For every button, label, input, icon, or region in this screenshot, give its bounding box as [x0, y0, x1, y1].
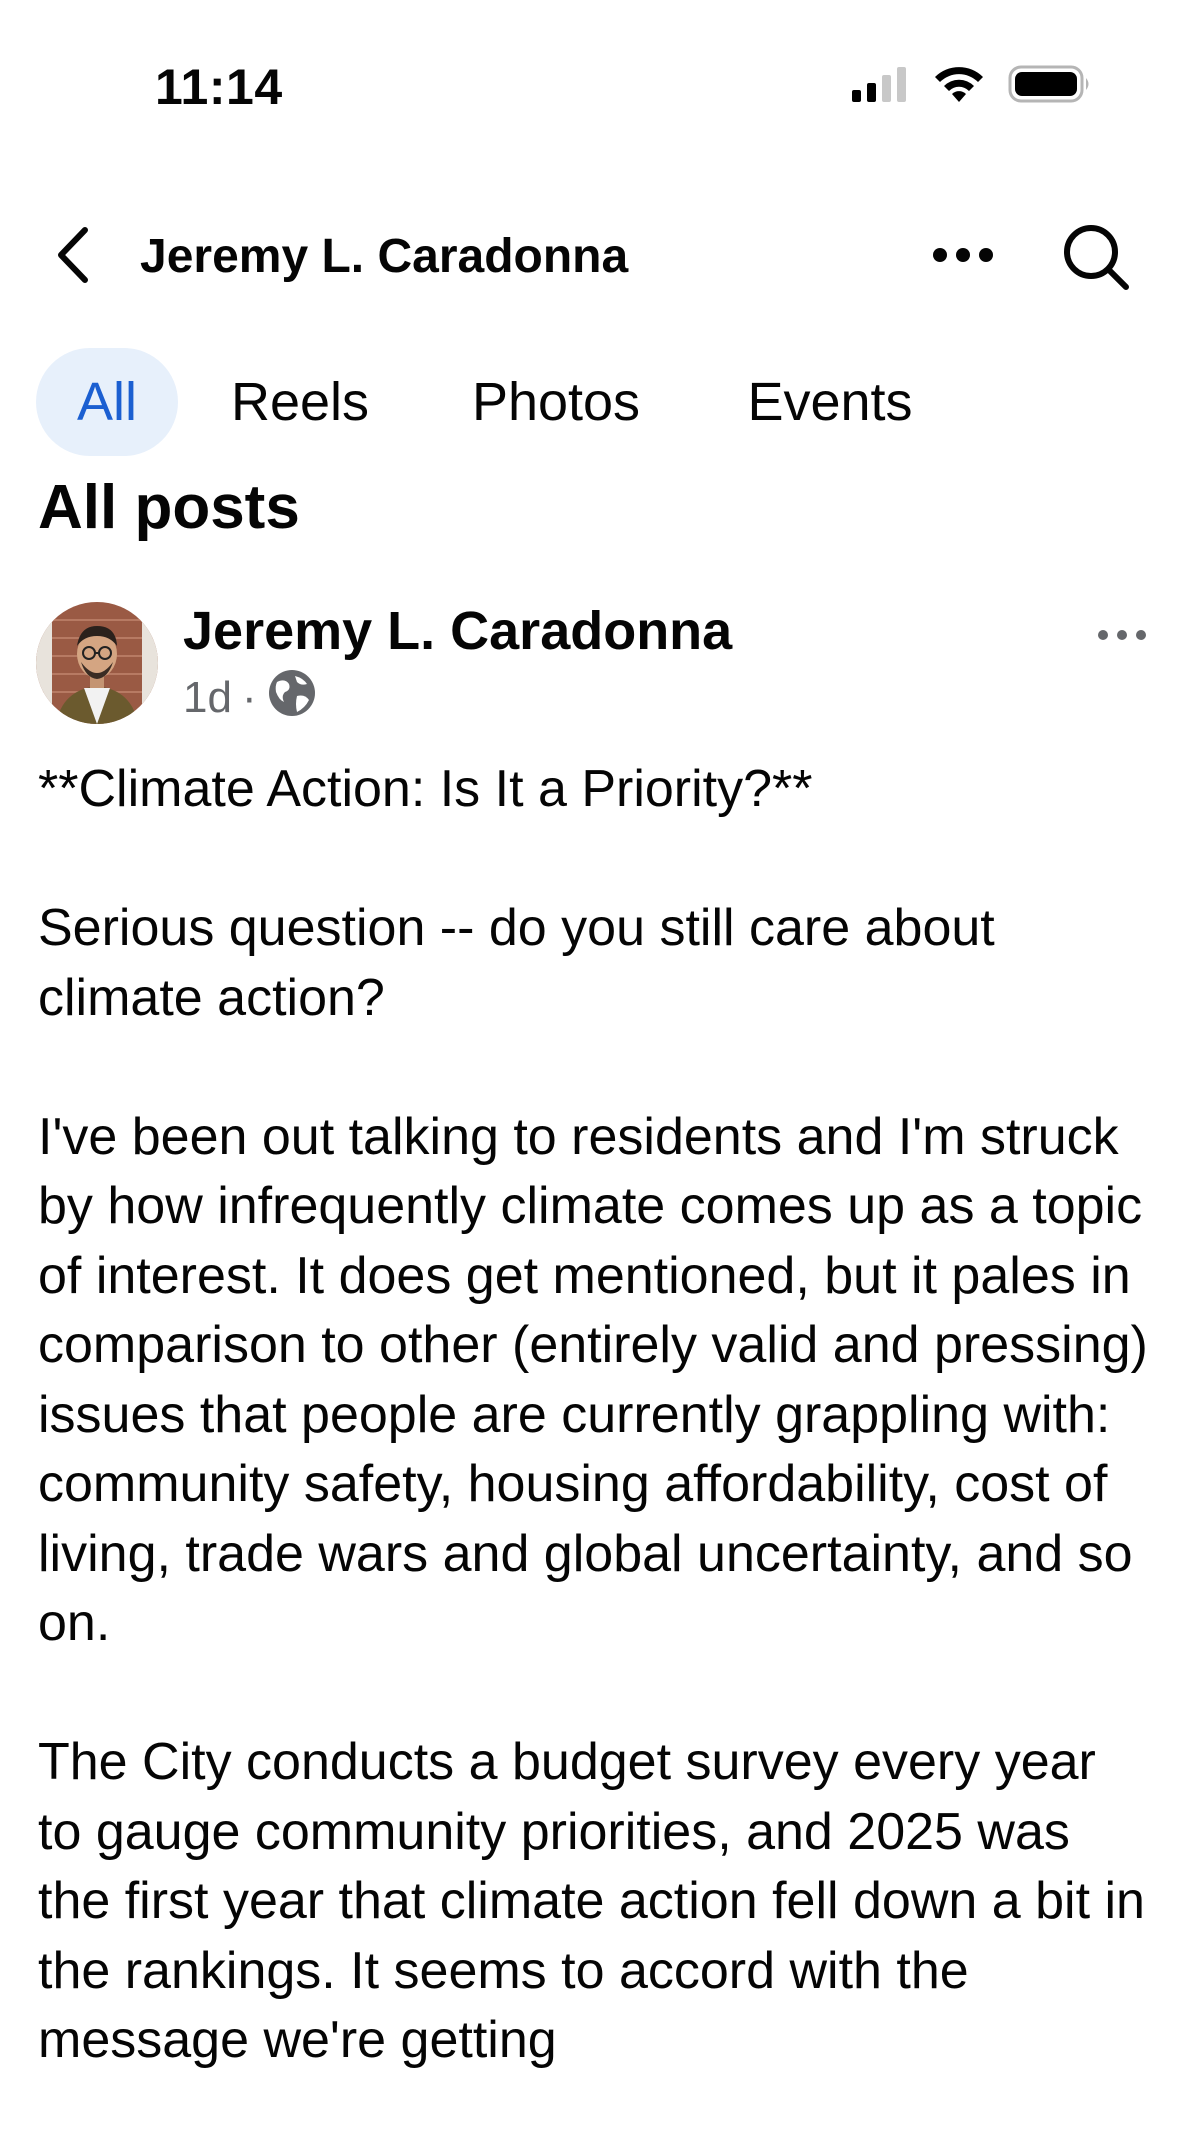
tab-photos[interactable]: Photos — [448, 348, 664, 456]
post-meta: 1d · — [183, 668, 317, 729]
tab-reels[interactable]: Reels — [212, 348, 388, 456]
cellular-signal-icon — [850, 66, 910, 107]
post-options-button[interactable] — [1094, 620, 1150, 650]
back-button[interactable] — [48, 225, 98, 285]
more-options-button[interactable] — [928, 233, 998, 277]
meta-separator: · — [241, 673, 257, 722]
post-author-name[interactable]: Jeremy L. Caradonna — [183, 600, 732, 662]
chevron-left-icon — [58, 227, 88, 283]
filter-tabs: All Reels Photos Events — [36, 348, 938, 456]
avatar[interactable] — [36, 602, 158, 724]
post-paragraph: **Climate Action: Is It a Priority?** — [38, 760, 813, 818]
status-icons — [850, 64, 1092, 109]
post-paragraph: The City conducts a budget survey every … — [38, 1733, 1145, 2069]
status-bar: 11:14 — [0, 0, 1178, 130]
profile-posts-screen: 11:14 Jeremy L. Caradonna All Reels Phot… — [0, 0, 1178, 2145]
search-icon — [1064, 225, 1129, 290]
section-title: All posts — [38, 473, 300, 542]
post-paragraph: I've been out talking to residents and I… — [38, 1107, 1148, 1653]
page-title: Jeremy L. Caradonna — [140, 230, 629, 283]
status-time: 11:14 — [155, 59, 283, 115]
more-horizontal-icon — [1098, 630, 1146, 640]
wifi-icon — [932, 64, 986, 109]
battery-icon — [1008, 64, 1092, 109]
globe-icon — [267, 668, 317, 729]
page-header: Jeremy L. Caradonna — [0, 215, 1178, 295]
search-button[interactable] — [1058, 219, 1134, 295]
post-paragraph: Serious question -- do you still care ab… — [38, 899, 995, 1027]
tab-events[interactable]: Events — [722, 348, 938, 456]
post-time[interactable]: 1d — [183, 673, 232, 723]
post-body: **Climate Action: Is It a Priority?** Se… — [38, 755, 1148, 2145]
tab-all[interactable]: All — [36, 348, 178, 456]
more-horizontal-icon — [933, 248, 993, 262]
